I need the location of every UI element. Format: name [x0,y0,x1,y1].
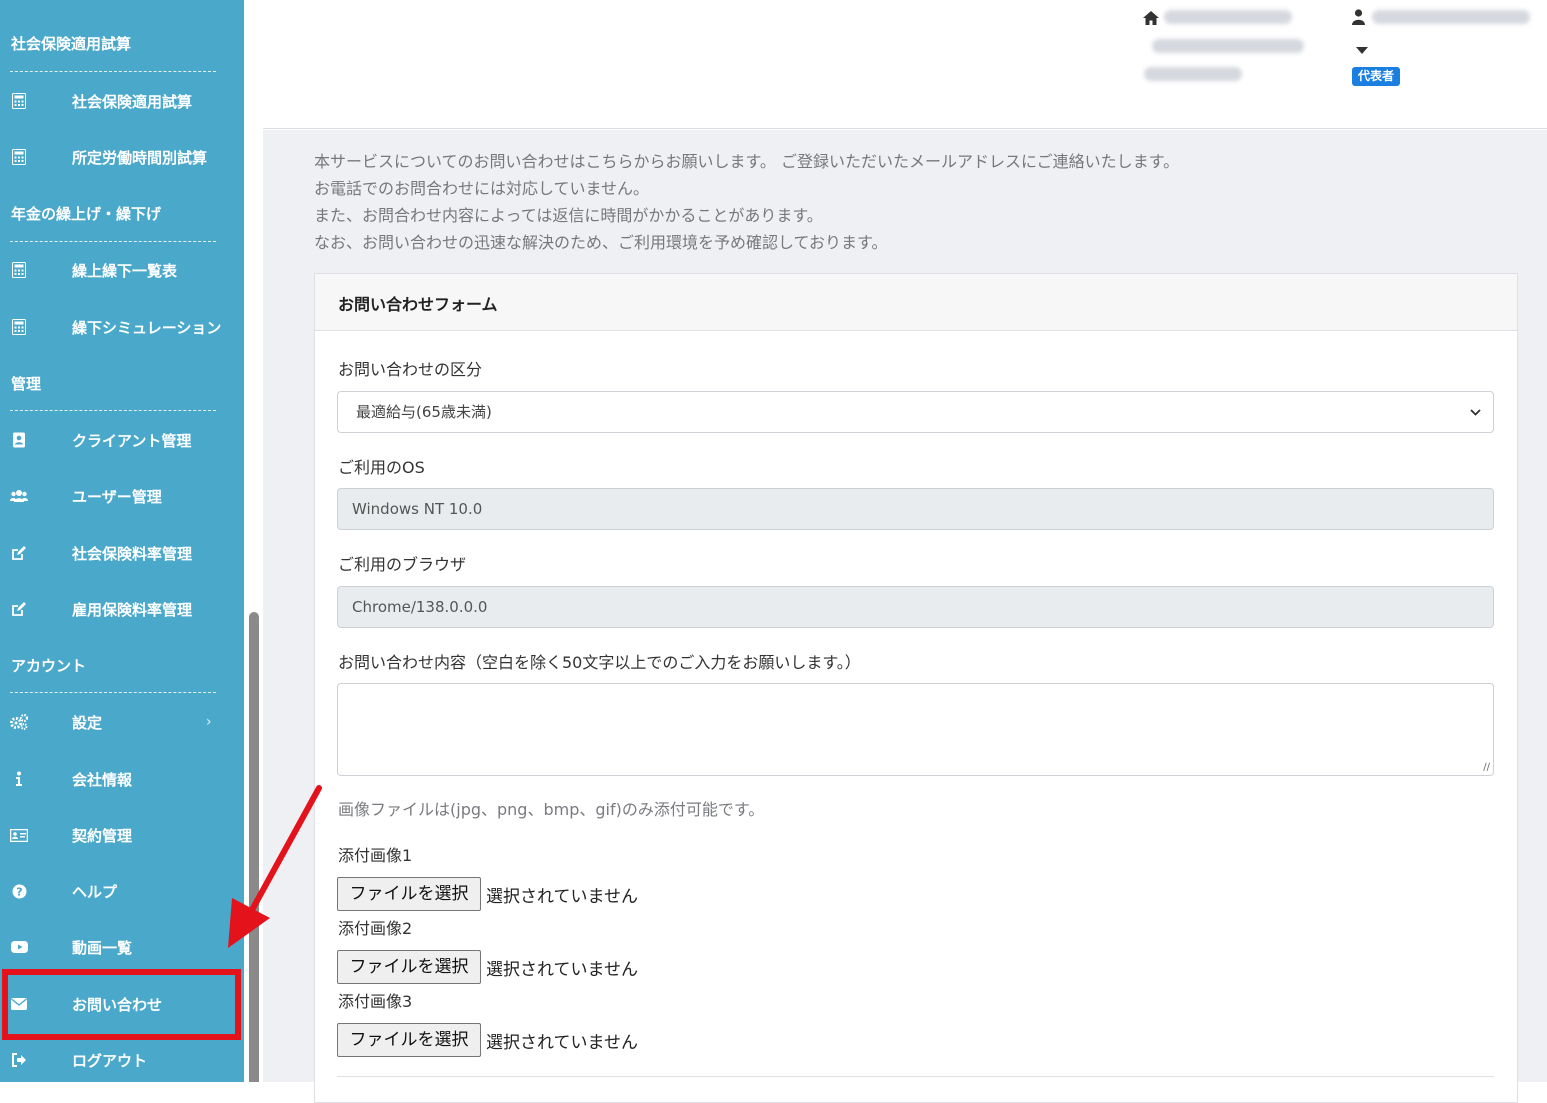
annotation-arrow-icon [228,785,322,948]
sidebar-item-label: ユーザー管理 [72,487,162,506]
os-label: ご利用のOS [338,458,425,477]
notice-line: 本サービスについてのお問い合わせはこちらからお願いします。 ご登録いただいたメー… [314,152,1180,171]
attachment-label: 添付画像1 [338,846,413,865]
sidebar-divider [10,692,216,693]
sidebar-divider [10,71,216,72]
sidebar-item-label: 社会保険適用試算 [72,92,193,111]
sidebar-item-label: 社会保険料率管理 [72,544,193,563]
sidebar-item-label: 設定 [72,713,103,732]
resize-grip-icon[interactable]: ∕∕ [1483,762,1490,773]
svg-text:?: ? [16,885,22,898]
sidebar-item-logout[interactable]: ログアウト [0,1040,244,1080]
sidebar-item-label: 所定労働時間別試算 [72,148,208,167]
browser-label: ご利用のブラウザ [338,555,467,574]
attachment-2-choose-button[interactable]: ファイルを選択 [337,950,481,984]
role-badge: 代表者 [1352,67,1401,86]
sidebar-item-settings[interactable]: 設定 › [0,702,244,742]
notice-line: なお、お問い合わせの迅速な解決のため、ご利用環境を予め確認しております。 [314,233,888,252]
user-icon[interactable] [1352,9,1365,29]
sidebar-item-deferral-simulation[interactable]: 繰下シミュレーション [0,307,244,347]
sidebar-item-social-insurance-rate[interactable]: 社会保険料率管理 [0,533,244,573]
image-hint: 画像ファイルは(jpg、png、bmp、gif)のみ添付可能です。 [338,800,765,819]
attachment-1-choose-button[interactable]: ファイルを選択 [337,877,481,911]
sidebar-item-help[interactable]: ? ヘルプ [0,871,244,911]
sidebar-item-label: 会社情報 [72,770,133,789]
sidebar-item-label: 雇用保険料率管理 [72,600,193,619]
attachment-1-status: 選択されていません [486,887,638,907]
browser-field[interactable]: Chrome/138.0.0.0 [337,586,1494,628]
company-name-redacted [1164,10,1292,24]
sidebar-section-management: 管理 [11,375,42,393]
sidebar-item-user-management[interactable]: ユーザー管理 [0,476,244,516]
sidebar-item-videos[interactable]: 動画一覧 [0,927,244,967]
calculator-icon [10,148,28,166]
chevron-right-icon: › [206,714,212,730]
youtube-icon [10,938,28,956]
contact-notice: 本サービスについてのお問い合わせはこちらからお願いします。 ご登録いただいたメー… [314,148,1514,256]
sidebar-item-social-insurance-calc[interactable]: 社会保険適用試算 [0,81,244,121]
calculator-icon [10,92,28,110]
form-divider [337,1076,1494,1077]
calculator-icon [10,318,28,336]
sidebar-item-label: 契約管理 [72,826,133,845]
chevron-down-icon [1470,392,1481,432]
content-label: お問い合わせ内容（空白を除く50文字以上でのご入力をお願いします。） [338,653,861,672]
address-book-icon [10,431,28,449]
sidebar-item-contract-management[interactable]: 契約管理 [0,815,244,855]
sidebar-item-label: ヘルプ [72,882,118,901]
sidebar-item-employment-insurance-rate[interactable]: 雇用保険料率管理 [0,589,244,629]
sidebar-section-account: アカウント [11,657,87,675]
category-selected-value: 最適給与(65歳未満) [356,403,492,421]
os-field[interactable]: Windows NT 10.0 [337,488,1494,530]
info-icon [10,770,28,788]
form-title: お問い合わせフォーム [338,295,498,314]
notice-line: また、お問合わせ内容によっては返信に時間がかかることがあります。 [314,206,823,225]
card-header: お問い合わせフォーム [315,274,1517,331]
attachment-label: 添付画像3 [338,992,413,1011]
sidebar-divider [10,410,216,411]
highlight-box [2,969,241,1040]
sidebar-item-label: 繰下シミュレーション [72,318,222,337]
attachment-3-choose-button[interactable]: ファイルを選択 [337,1023,481,1057]
sidebar-item-label: ログアウト [72,1051,148,1070]
company-id-redacted [1144,67,1242,81]
sidebar-section-pension: 年金の繰上げ・繰下げ [11,205,162,223]
sidebar-item-pension-table[interactable]: 繰上繰下一覧表 [0,250,244,290]
sidebar-item-label: 繰上繰下一覧表 [72,261,178,280]
sidebar-item-label: クライアント管理 [72,431,192,450]
caret-down-icon[interactable] [1356,40,1368,59]
sidebar-item-label: 動画一覧 [72,938,133,957]
sidebar-divider [10,241,216,242]
question-circle-icon: ? [10,882,28,900]
sidebar: 社会保険適用試算 社会保険適用試算 所定労働時間別試算 年金の繰上げ・繰下げ 繰… [0,0,244,1082]
sidebar-section-social-insurance: 社会保険適用試算 [11,35,132,53]
calculator-icon [10,261,28,279]
cogs-icon [10,713,28,731]
company-detail-redacted [1152,39,1304,53]
home-icon[interactable] [1143,10,1159,29]
edit-icon [10,544,28,562]
id-card-icon [10,826,28,844]
user-name-redacted [1372,10,1530,24]
sidebar-item-working-hours-calc[interactable]: 所定労働時間別試算 [0,137,244,177]
edit-icon [10,600,28,618]
sign-out-icon [10,1051,28,1069]
notice-line: お電話でのお問合わせには対応していません。 [314,179,650,198]
sidebar-item-company-info[interactable]: 会社情報 [0,759,244,799]
users-icon [10,487,28,505]
category-select[interactable]: 最適給与(65歳未満) [337,391,1494,433]
category-label: お問い合わせの区分 [338,360,483,379]
sidebar-item-client-management[interactable]: クライアント管理 [0,420,244,460]
attachment-2-status: 選択されていません [486,960,638,980]
content-textarea[interactable]: ∕∕ [337,683,1494,776]
attachment-label: 添付画像2 [338,919,413,938]
attachment-3-status: 選択されていません [486,1033,638,1053]
